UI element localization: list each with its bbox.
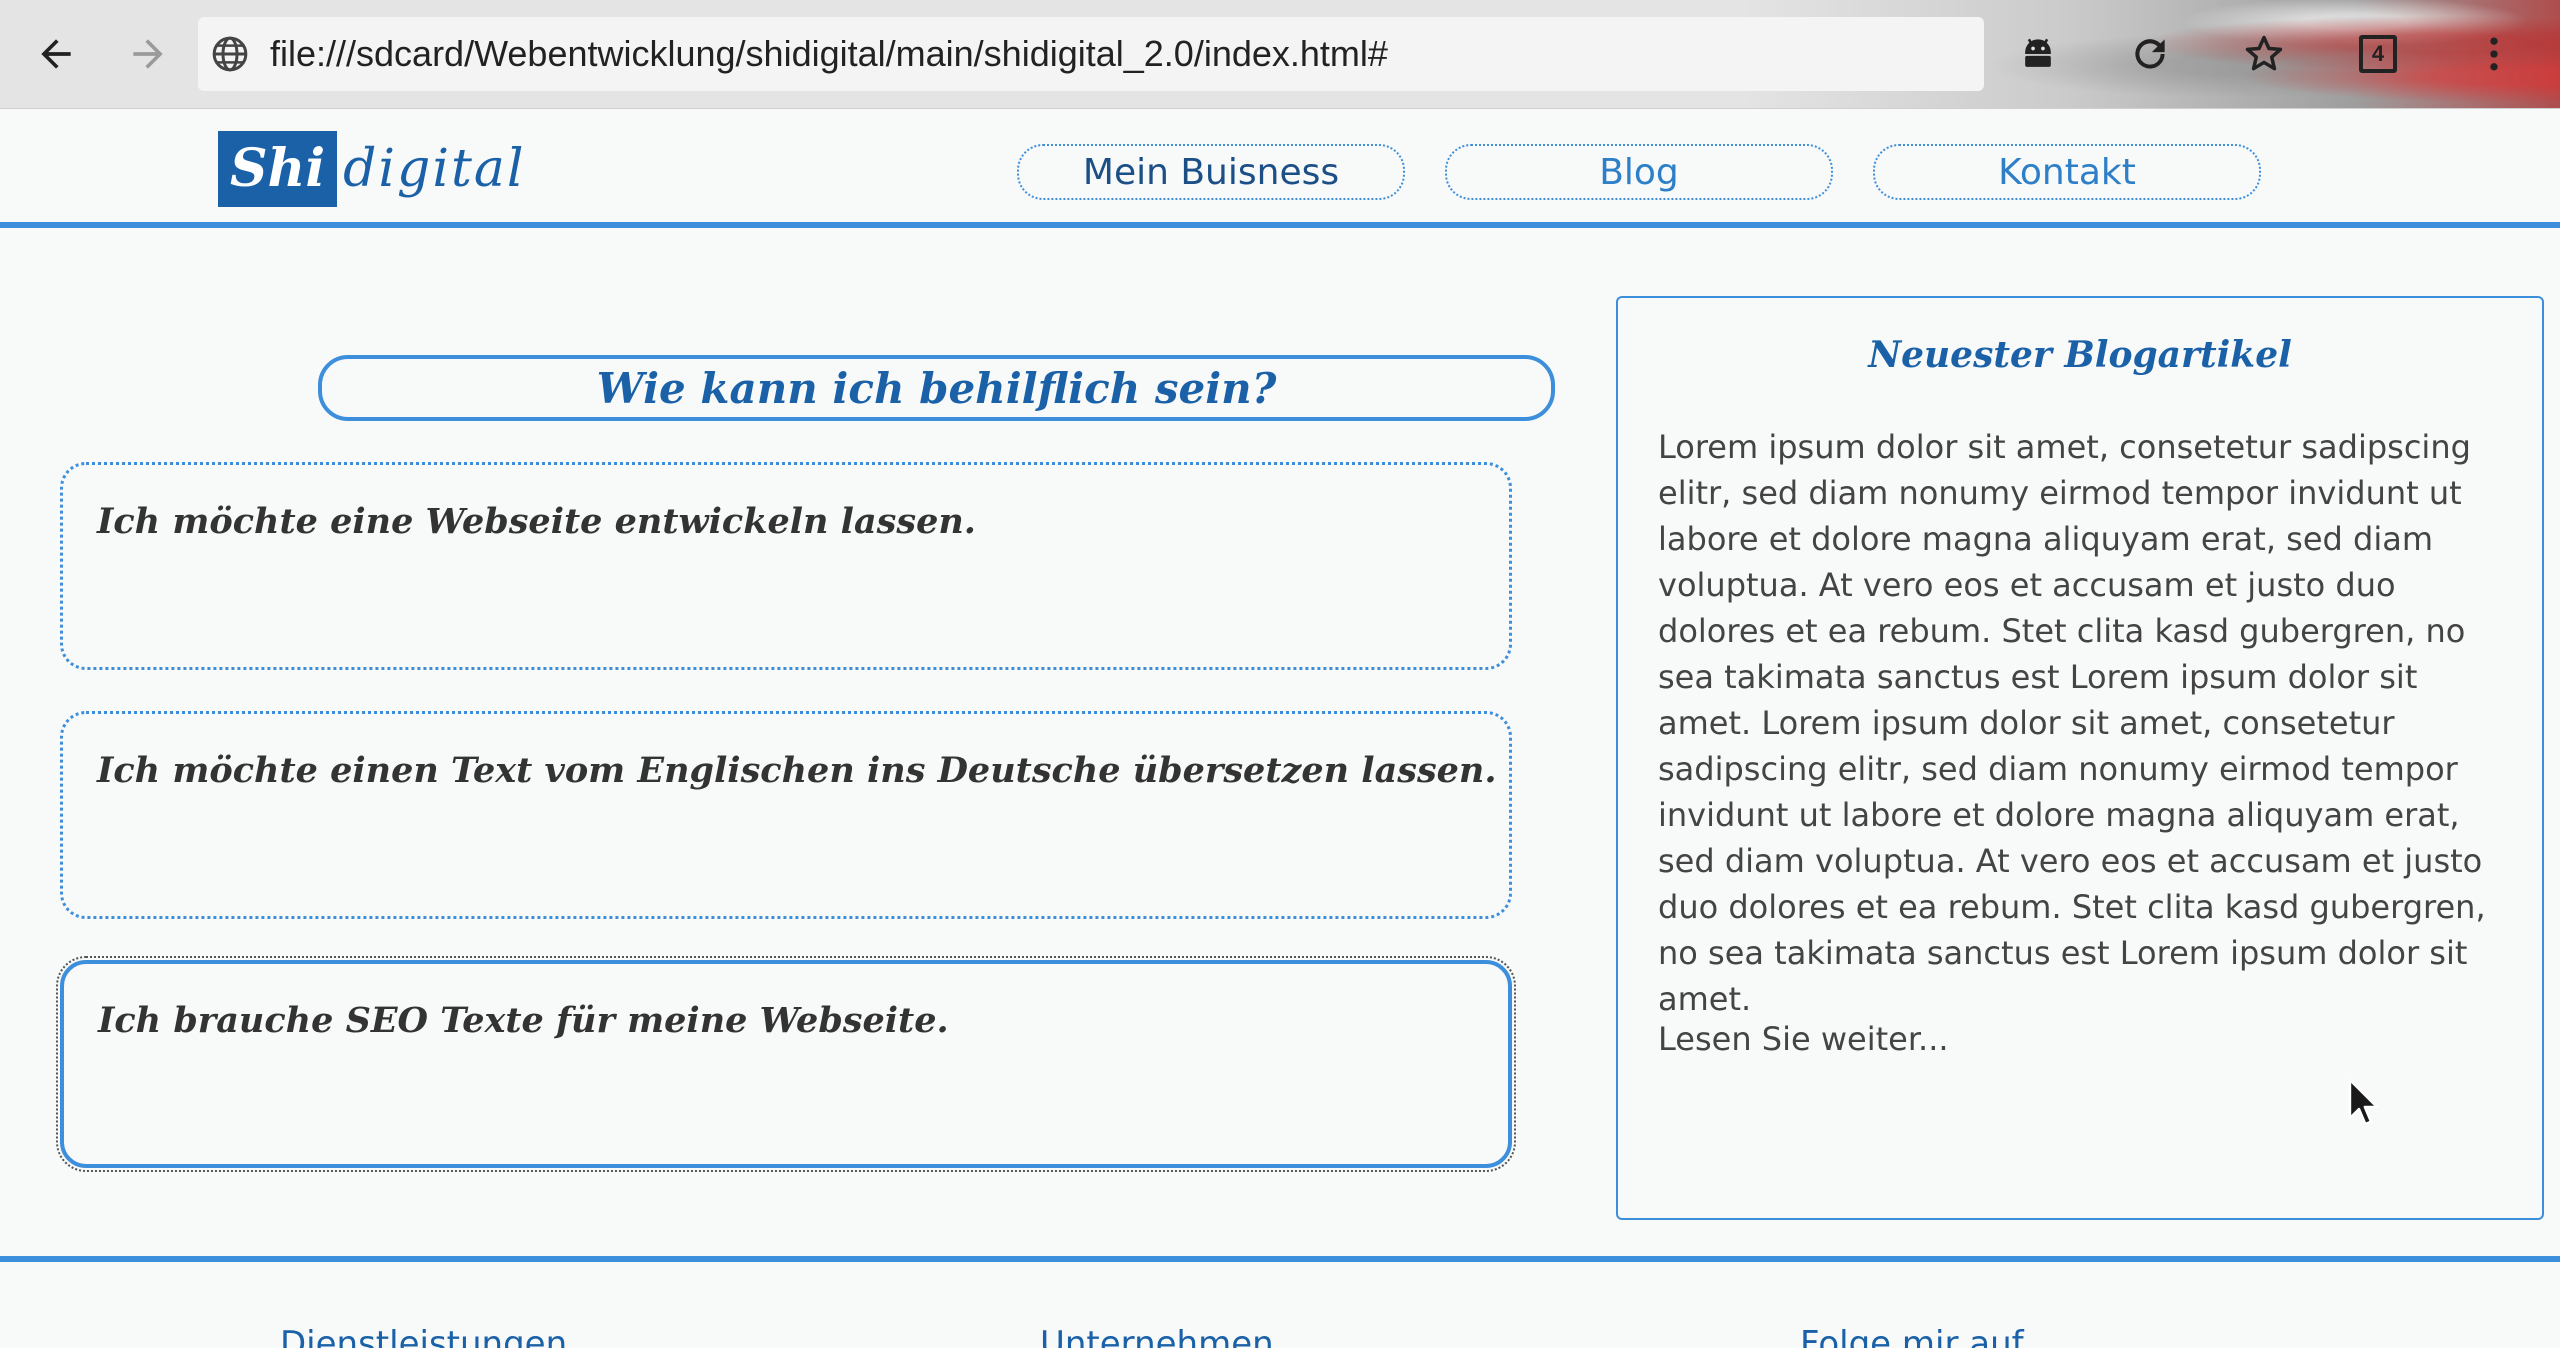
footer-heading-company: Unternehmen — [1040, 1324, 1274, 1348]
back-button[interactable] — [16, 14, 96, 94]
star-icon — [2245, 35, 2283, 71]
bookmark-button[interactable] — [2232, 22, 2296, 86]
menu-button[interactable] — [2462, 22, 2526, 86]
reload-icon — [2135, 39, 2165, 69]
reload-button[interactable] — [2118, 22, 2182, 86]
site-footer: Dienstleistungen Unternehmen Folge mir a… — [0, 1256, 2560, 1348]
arrow-left-icon — [41, 39, 71, 69]
footer-heading-services: Dienstleistungen — [280, 1324, 568, 1348]
blog-excerpt: Lorem ipsum dolor sit amet, consetetur s… — [1658, 428, 2486, 1018]
nav-link-mein-buisness[interactable]: Mein Buisness — [1017, 144, 1405, 200]
more-vert-icon — [2490, 37, 2498, 71]
option-translation[interactable]: Ich möchte einen Text vom Englischen ins… — [60, 711, 1512, 919]
logo-highlight: Shi — [218, 131, 338, 207]
mouse-pointer-icon — [2348, 1078, 2379, 1126]
help-heading: Wie kann ich behilflich sein? — [318, 355, 1555, 421]
footer-heading-follow: Folge mir auf — [1800, 1324, 2024, 1348]
arrow-right-icon — [133, 39, 163, 69]
site-header: Shi digital Mein Buisness Blog Kontakt — [0, 110, 2560, 228]
option-website[interactable]: Ich möchte eine Webseite entwickeln lass… — [60, 462, 1512, 670]
tabs-button[interactable]: 4 — [2346, 22, 2410, 86]
url-text[interactable]: file:///sdcard/Webentwicklung/shidigital… — [270, 33, 1388, 75]
android-icon — [2025, 38, 2051, 67]
tabs-icon: 4 — [2359, 35, 2397, 73]
latest-blog-panel: Neuester Blogartikel Lorem ipsum dolor s… — [1616, 296, 2544, 1220]
blog-title: Neuester Blogartikel — [1868, 334, 2292, 376]
logo-text: digital — [343, 139, 526, 199]
nav-link-blog[interactable]: Blog — [1445, 144, 1833, 200]
browser-toolbar: file:///sdcard/Webentwicklung/shidigital… — [0, 0, 2560, 109]
forward-button[interactable] — [108, 14, 188, 94]
globe-icon — [212, 36, 248, 72]
android-button[interactable] — [2006, 22, 2070, 86]
option-seo-texts[interactable]: Ich brauche SEO Texte für meine Webseite… — [56, 956, 1516, 1172]
address-bar[interactable]: file:///sdcard/Webentwicklung/shidigital… — [198, 17, 1984, 91]
site-logo[interactable]: Shi digital — [218, 131, 526, 207]
nav-link-kontakt[interactable]: Kontakt — [1873, 144, 2261, 200]
read-more-link[interactable]: Lesen Sie weiter... — [1658, 1020, 1949, 1058]
